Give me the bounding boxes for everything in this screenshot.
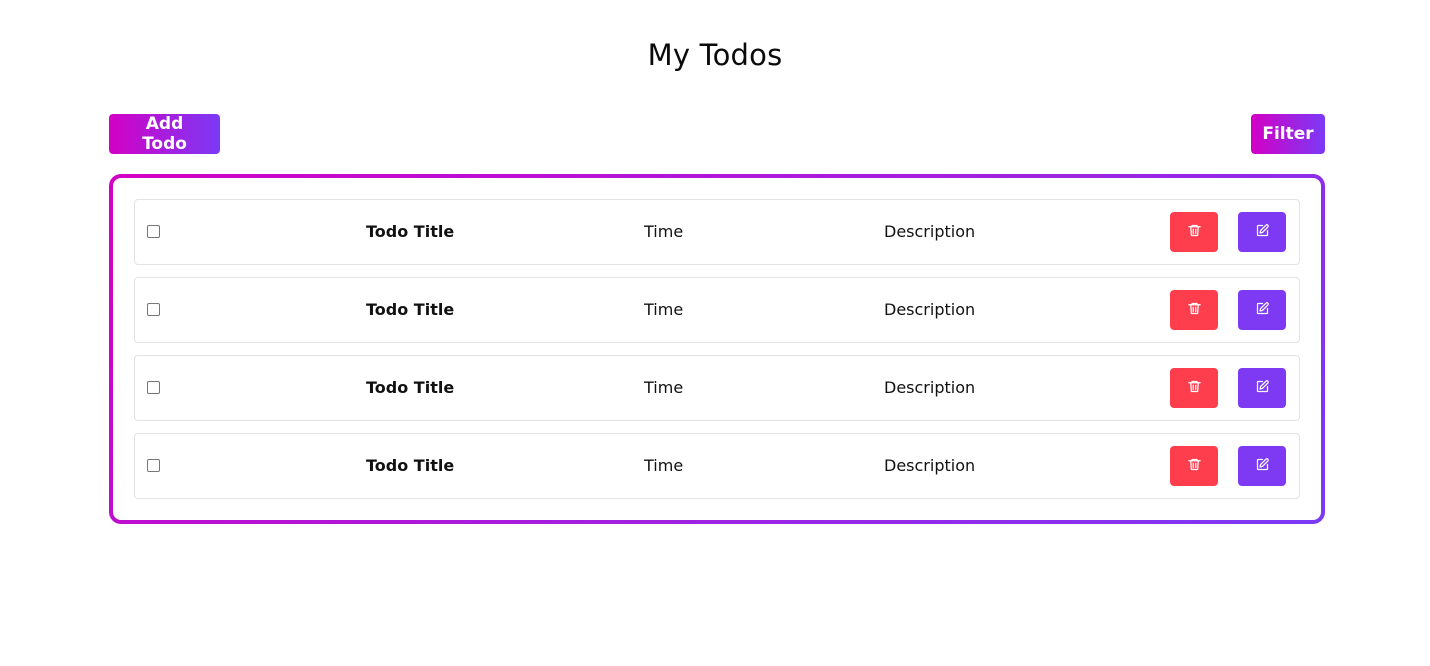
- trash-icon: [1187, 301, 1202, 320]
- trash-icon: [1187, 379, 1202, 398]
- todo-description: Description: [884, 456, 976, 475]
- todo-checkbox[interactable]: [147, 225, 160, 238]
- todo-checkbox[interactable]: [147, 381, 160, 394]
- todo-time: Time: [644, 222, 684, 241]
- todo-time: Time: [644, 300, 684, 319]
- todo-row: Todo Title Time Description: [134, 199, 1300, 265]
- todo-checkbox[interactable]: [147, 303, 160, 316]
- pencil-edit-icon: [1255, 301, 1270, 320]
- todo-time: Time: [644, 456, 684, 475]
- trash-icon: [1187, 457, 1202, 476]
- todo-description: Description: [884, 378, 976, 397]
- pencil-edit-icon: [1255, 379, 1270, 398]
- delete-todo-button[interactable]: [1170, 290, 1218, 330]
- edit-todo-button[interactable]: [1238, 446, 1286, 486]
- todo-description: Description: [884, 222, 976, 241]
- trash-icon: [1187, 223, 1202, 242]
- todo-title: Todo Title: [366, 222, 455, 241]
- todo-list-frame: Todo Title Time Description Todo Title T…: [109, 174, 1325, 524]
- edit-todo-button[interactable]: [1238, 212, 1286, 252]
- page-title: My Todos: [647, 38, 783, 72]
- add-todo-button[interactable]: Add Todo: [109, 114, 220, 154]
- filter-button[interactable]: Filter: [1251, 114, 1325, 154]
- delete-todo-button[interactable]: [1170, 446, 1218, 486]
- todo-row: Todo Title Time Description: [134, 433, 1300, 499]
- edit-todo-button[interactable]: [1238, 290, 1286, 330]
- todo-title: Todo Title: [366, 456, 455, 475]
- pencil-edit-icon: [1255, 223, 1270, 242]
- todo-title: Todo Title: [366, 378, 455, 397]
- edit-todo-button[interactable]: [1238, 368, 1286, 408]
- todo-description: Description: [884, 300, 976, 319]
- todo-checkbox[interactable]: [147, 459, 160, 472]
- delete-todo-button[interactable]: [1170, 368, 1218, 408]
- todo-list: Todo Title Time Description Todo Title T…: [113, 178, 1321, 520]
- todo-title: Todo Title: [366, 300, 455, 319]
- delete-todo-button[interactable]: [1170, 212, 1218, 252]
- pencil-edit-icon: [1255, 457, 1270, 476]
- todo-row: Todo Title Time Description: [134, 355, 1300, 421]
- todo-row: Todo Title Time Description: [134, 277, 1300, 343]
- todo-time: Time: [644, 378, 684, 397]
